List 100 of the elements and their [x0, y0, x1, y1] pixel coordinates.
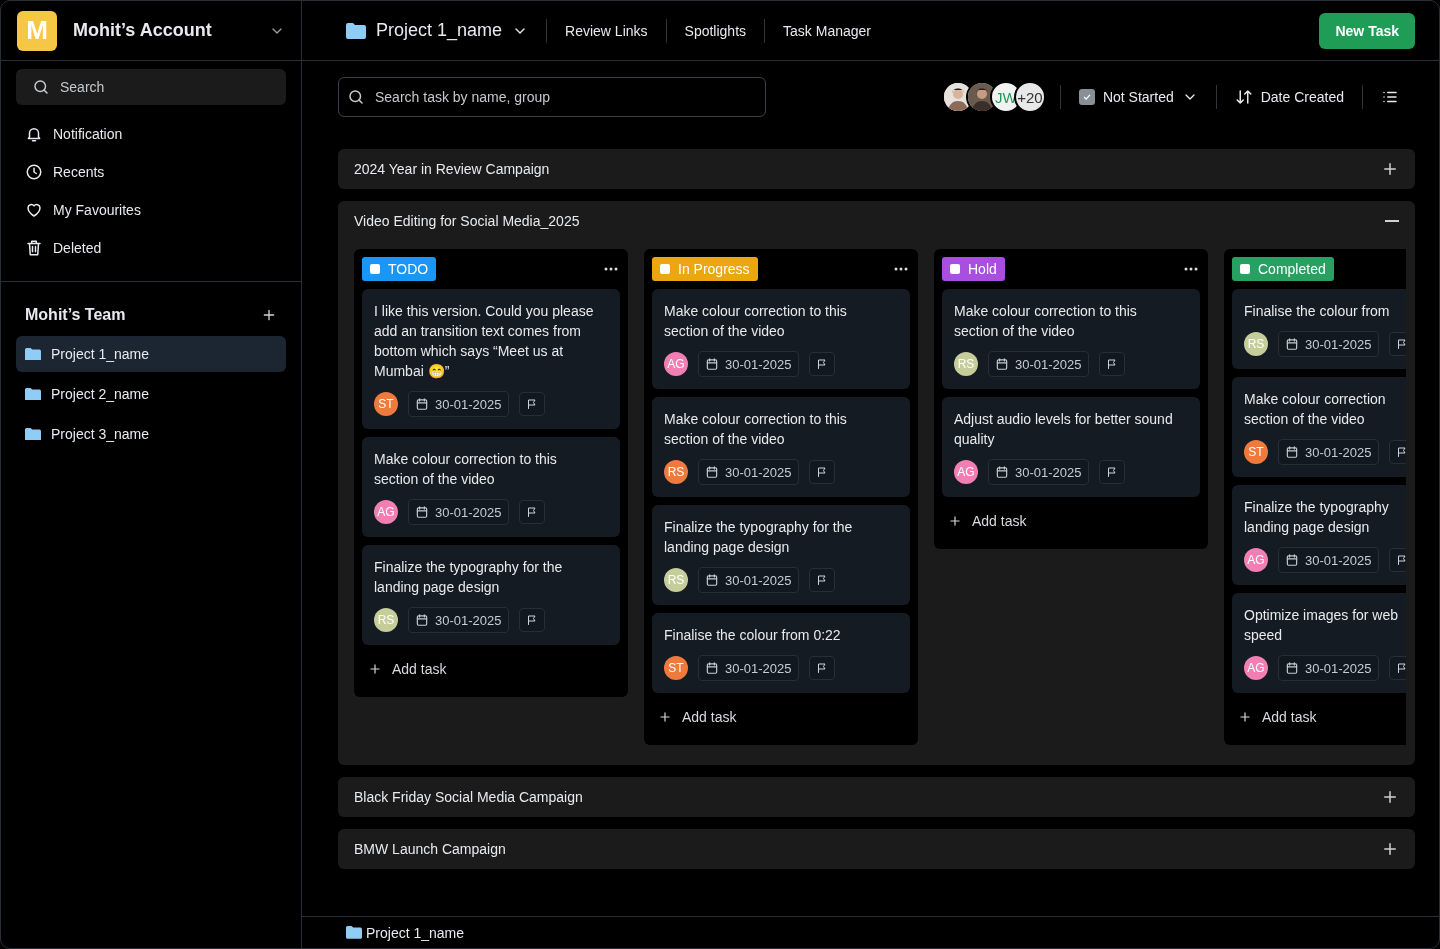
due-date-chip[interactable]: 30-01-2025: [988, 351, 1089, 377]
due-date-chip[interactable]: 30-01-2025: [408, 499, 509, 525]
flag-button[interactable]: [518, 500, 545, 524]
due-date-chip[interactable]: 30-01-2025: [698, 459, 799, 485]
nav-link[interactable]: Review Links: [549, 22, 664, 39]
add-project-button[interactable]: [261, 307, 277, 323]
plus-icon: [1381, 840, 1399, 858]
task-card[interactable]: Make colour correction to this section of the video RS 30-01-2025: [652, 397, 910, 497]
more-icon[interactable]: [894, 267, 908, 271]
search-placeholder: Search: [60, 79, 105, 95]
nav-item[interactable]: Recents: [1, 153, 301, 191]
flag-button[interactable]: [1098, 460, 1125, 484]
group-title[interactable]: Video Editing for Social Media_2025: [354, 213, 580, 229]
flag-icon: [815, 465, 828, 479]
task-title: Optimize images for web speed: [1244, 606, 1400, 645]
sort-button[interactable]: Date Created: [1218, 88, 1360, 106]
task-card[interactable]: Make colour correction to this section of the video RS 30-01-2025: [942, 289, 1200, 389]
nav-link[interactable]: Spotlights: [668, 22, 763, 39]
expand-button[interactable]: [1381, 160, 1399, 178]
flag-icon: [1395, 553, 1406, 567]
task-card[interactable]: Adjust audio levels for better sound quality AG 30-01-2025: [942, 397, 1200, 497]
calendar-icon: [415, 613, 429, 627]
flag-button[interactable]: [518, 608, 545, 632]
flag-icon: [1395, 661, 1406, 675]
task-card[interactable]: Finalise the colour from 0:22 ST 30-01-2025: [652, 613, 910, 693]
task-search-field[interactable]: Search task by name, group: [338, 77, 766, 117]
flag-button[interactable]: [808, 568, 835, 592]
task-card[interactable]: Make colour correction to this section of the video AG 30-01-2025: [652, 289, 910, 389]
task-card[interactable]: Make colour correction section of the video ST 30-01-2025: [1232, 377, 1406, 477]
account-name[interactable]: Mohit’s Account: [73, 20, 253, 41]
project-item[interactable]: Project 3_name: [16, 416, 286, 452]
flag-button[interactable]: [808, 460, 835, 484]
calendar-icon: [1285, 553, 1299, 567]
add-task-button[interactable]: Add task: [362, 653, 620, 685]
search-field[interactable]: Search: [16, 69, 286, 105]
task-title: Finalise the colour from 0:22: [664, 626, 842, 645]
task-card[interactable]: Finalize the typography for the landing page design RS 30-01-2025: [362, 545, 620, 645]
flag-icon: [1395, 337, 1406, 351]
breadcrumb[interactable]: Project 1_name: [366, 924, 465, 941]
add-task-button[interactable]: Add task: [942, 505, 1200, 537]
flag-icon: [1105, 357, 1118, 371]
add-task-button[interactable]: Add task: [652, 701, 910, 733]
task-card[interactable]: I like this version. Could you please add an transition text comes from bottom which says “Meet us at Mumbai 😁” ST 30-01-2025: [362, 289, 620, 429]
due-date-chip[interactable]: 30-01-2025: [1278, 439, 1379, 465]
folder-icon: [346, 22, 366, 39]
trash-icon: [25, 239, 43, 257]
plus-icon: [658, 710, 672, 724]
due-date-chip[interactable]: 30-01-2025: [408, 607, 509, 633]
assignee-avatar: ST: [664, 656, 688, 680]
due-date-chip[interactable]: 30-01-2025: [1278, 547, 1379, 573]
flag-button[interactable]: [808, 656, 835, 680]
calendar-icon: [705, 573, 719, 587]
flag-button[interactable]: [518, 392, 545, 416]
calendar-icon: [995, 357, 1009, 371]
nav-item[interactable]: Deleted: [1, 229, 301, 267]
due-date-chip[interactable]: 30-01-2025: [1278, 655, 1379, 681]
task-card[interactable]: Optimize images for web speed AG 30-01-2025: [1232, 593, 1406, 693]
add-task-button[interactable]: Add task: [1232, 701, 1406, 733]
status-filter[interactable]: Not Started: [1062, 89, 1214, 105]
assignee-avatar: ST: [1244, 440, 1268, 464]
search-icon: [347, 88, 365, 106]
nav-item[interactable]: Notification: [1, 115, 301, 153]
checkbox[interactable]: [1078, 89, 1095, 105]
task-card[interactable]: Make colour correction to this section of the video AG 30-01-2025: [362, 437, 620, 537]
plus-icon: [1381, 788, 1399, 806]
assignee-avatar: RS: [374, 608, 398, 632]
project-item[interactable]: Project 1_name: [16, 336, 286, 372]
group-title[interactable]: BMW Launch Campaign: [354, 841, 506, 857]
project-switcher[interactable]: Project 1_name: [340, 19, 545, 42]
team-title: Mohit’s Team: [25, 306, 126, 324]
group-title[interactable]: 2024 Year in Review Campaign: [354, 161, 550, 177]
more-icon[interactable]: [604, 267, 618, 271]
calendar-icon: [705, 357, 719, 371]
heart-icon: [25, 201, 43, 219]
due-date-chip[interactable]: 30-01-2025: [698, 351, 799, 377]
due-date-chip[interactable]: 30-01-2025: [988, 459, 1089, 485]
task-title: I like this version. Could you please add an transition text comes from bottom which says “Meet us at Mumbai 😁”: [374, 302, 595, 381]
plus-icon: [948, 514, 962, 528]
folder-icon: [25, 347, 41, 361]
task-card[interactable]: Finalise the colour from RS 30-01-2025: [1232, 289, 1406, 369]
more-icon[interactable]: [1184, 267, 1198, 271]
nav-link[interactable]: Task Manager: [767, 22, 887, 39]
group-title[interactable]: Black Friday Social Media Campaign: [354, 789, 583, 805]
task-title: Make colour correction to this section of the video: [664, 410, 848, 449]
expand-button[interactable]: [1381, 840, 1399, 858]
due-date-chip[interactable]: 30-01-2025: [698, 655, 799, 681]
flag-button[interactable]: [1098, 352, 1125, 376]
due-date-chip[interactable]: 30-01-2025: [698, 567, 799, 593]
expand-button[interactable]: [1381, 788, 1399, 806]
flag-icon: [525, 505, 538, 519]
task-card[interactable]: Finalize the typography for the landing page design RS 30-01-2025: [652, 505, 910, 605]
nav-item[interactable]: My Favourites: [1, 191, 301, 229]
calendar-icon: [705, 661, 719, 675]
status-label: TODO: [362, 257, 437, 281]
due-date-chip[interactable]: 30-01-2025: [408, 391, 509, 417]
flag-button[interactable]: [808, 352, 835, 376]
task-card[interactable]: Finalize the typography landing page design AG 30-01-2025: [1232, 485, 1406, 585]
due-date-chip[interactable]: 30-01-2025: [1278, 331, 1379, 357]
project-item[interactable]: Project 2_name: [16, 376, 286, 412]
task-title: Finalize the typography landing page design: [1244, 498, 1390, 537]
